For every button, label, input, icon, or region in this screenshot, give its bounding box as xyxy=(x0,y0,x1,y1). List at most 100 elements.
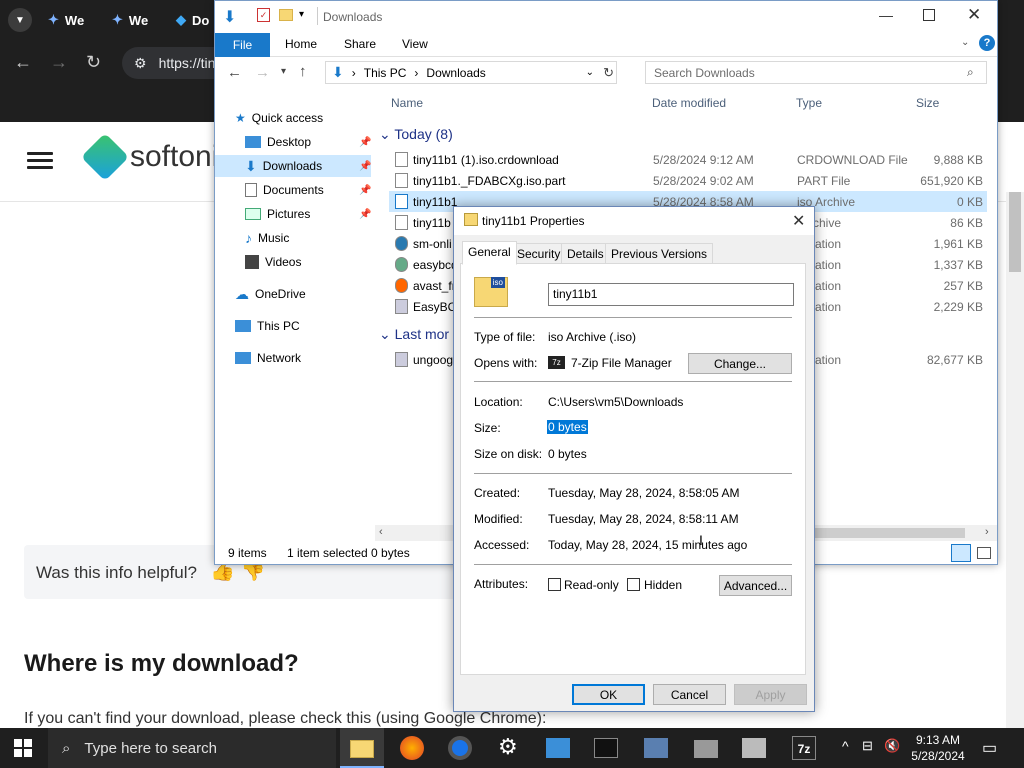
group-today[interactable]: ⌄ Today (8) xyxy=(379,126,453,143)
nav-this-pc[interactable]: This PC xyxy=(235,315,300,337)
properties-icon[interactable]: ✓ xyxy=(257,8,270,22)
tab-details[interactable]: Details xyxy=(561,243,610,264)
nav-music[interactable]: ♪ Music xyxy=(245,227,289,249)
chrome-icon[interactable] xyxy=(448,736,472,760)
browser-tab-3[interactable]: ◆ Do xyxy=(176,6,209,34)
firefox-icon[interactable] xyxy=(400,736,424,760)
chevron-up-icon[interactable]: ^ xyxy=(842,738,849,754)
tab-general[interactable]: General xyxy=(462,241,517,265)
page-scroll-thumb[interactable] xyxy=(1009,192,1021,272)
ribbon-expand-icon[interactable]: ⌄ xyxy=(961,37,969,48)
nav-quick-access[interactable]: ★ Quick access xyxy=(235,107,323,129)
minimize-icon[interactable]: — xyxy=(879,7,893,23)
iso-file-icon xyxy=(464,213,478,226)
nav-pictures[interactable]: Pictures xyxy=(245,203,310,225)
refresh-icon[interactable]: ↻ xyxy=(603,65,614,81)
nav-downloads[interactable]: ⬇ Downloads xyxy=(245,155,322,177)
ribbon-tab-file[interactable]: File xyxy=(215,33,270,57)
column-name[interactable]: Name xyxy=(391,96,423,110)
hidden-checkbox[interactable] xyxy=(627,578,640,591)
size-value-selected[interactable]: 0 bytes xyxy=(547,420,588,434)
7zip-taskbar-icon[interactable]: 7z xyxy=(792,736,816,760)
pin-icon[interactable]: 📌 xyxy=(359,209,371,220)
nav-documents[interactable]: Documents xyxy=(245,179,324,201)
column-date[interactable]: Date modified xyxy=(652,96,726,110)
pin-icon[interactable]: 📌 xyxy=(359,161,371,172)
address-dropdown-icon[interactable]: ⌄ xyxy=(586,67,594,78)
cancel-button[interactable]: Cancel xyxy=(653,684,726,705)
readonly-checkbox[interactable] xyxy=(548,578,561,591)
ribbon-tab-view[interactable]: View xyxy=(402,37,428,51)
terminal-icon[interactable] xyxy=(594,738,618,758)
ribbon-tab-share[interactable]: Share xyxy=(344,37,376,51)
taskbar-search[interactable]: ⌕ Type here to search xyxy=(48,728,336,768)
up-folder-icon[interactable]: ↑ xyxy=(299,63,307,80)
taskbar-clock[interactable]: 9:13 AM 5/28/2024 xyxy=(906,732,970,764)
tab-security[interactable]: Security xyxy=(511,243,567,264)
tab-search-icon[interactable]: ▼ xyxy=(8,8,32,32)
pin-icon[interactable]: 📌 xyxy=(359,185,371,196)
ribbon xyxy=(215,33,997,57)
file-name-input[interactable]: tiny11b1 xyxy=(548,283,794,306)
page-scrollbar[interactable] xyxy=(1006,192,1024,728)
qat-dropdown-icon[interactable]: ▾ xyxy=(299,9,304,20)
nav-back-icon[interactable]: ← xyxy=(227,64,242,81)
hidden-label[interactable]: Hidden xyxy=(644,578,682,592)
site-logo[interactable]: softoni xyxy=(80,132,218,182)
apply-button[interactable]: Apply xyxy=(734,684,807,705)
nav-videos[interactable]: Videos xyxy=(245,251,301,273)
where-text: If you can't find your download, please … xyxy=(24,710,547,727)
scroll-right-icon[interactable]: › xyxy=(985,526,989,538)
new-folder-icon[interactable] xyxy=(279,9,293,21)
windows-start-icon[interactable] xyxy=(14,739,32,757)
details-view-icon[interactable] xyxy=(951,544,971,562)
maximize-icon[interactable] xyxy=(923,9,935,21)
column-size[interactable]: Size xyxy=(916,96,939,110)
advanced-button[interactable]: Advanced... xyxy=(719,575,792,596)
group-last-month[interactable]: ⌄ Last mor xyxy=(379,326,449,343)
network-tray-icon[interactable]: ⊟ xyxy=(862,738,873,754)
address-bar[interactable]: ⬇ › This PC › Downloads ⌄ ↻ xyxy=(325,61,617,84)
app-icon xyxy=(395,299,408,314)
type-value: iso Archive (.iso) xyxy=(548,330,637,344)
site-info-icon[interactable]: ⚙ xyxy=(134,55,147,72)
nav-forward-icon[interactable]: → xyxy=(255,64,270,81)
search-input[interactable]: Search Downloads xyxy=(645,61,987,84)
horizontal-scroll-thumb[interactable] xyxy=(815,528,965,538)
recent-locations-icon[interactable]: ▾ xyxy=(281,66,286,77)
close-icon[interactable]: ✕ xyxy=(967,5,981,25)
browser-tab-1[interactable]: ✦ We xyxy=(48,6,84,34)
column-type[interactable]: Type xyxy=(796,96,822,110)
notifications-icon[interactable]: ▭ xyxy=(982,738,997,758)
help-icon[interactable]: ? xyxy=(979,35,995,51)
breadcrumb-this-pc[interactable]: This PC xyxy=(364,66,407,80)
pin-icon[interactable]: 📌 xyxy=(359,137,371,148)
ok-button[interactable]: OK xyxy=(572,684,645,705)
app-icon[interactable] xyxy=(742,738,766,758)
nav-onedrive[interactable]: ☁ OneDrive xyxy=(235,283,306,305)
location-value[interactable]: C:\Users\vm5\Downloads xyxy=(548,395,683,409)
site-favicon-icon: ✦ xyxy=(48,12,59,27)
forward-icon[interactable]: → xyxy=(50,52,68,73)
browser-tab-2[interactable]: ✦ We xyxy=(112,6,148,34)
dialog-close-icon[interactable]: ✕ xyxy=(792,211,805,231)
readonly-label[interactable]: Read-only xyxy=(564,578,619,592)
network-app-icon[interactable] xyxy=(644,738,668,758)
ribbon-tab-home[interactable]: Home xyxy=(285,37,317,51)
nav-network[interactable]: Network xyxy=(235,347,301,369)
back-icon[interactable]: ← xyxy=(14,52,32,73)
tab-previous-versions[interactable]: Previous Versions xyxy=(605,243,714,264)
change-button[interactable]: Change... xyxy=(688,353,792,374)
nav-desktop[interactable]: Desktop xyxy=(245,131,311,153)
app-window-icon[interactable] xyxy=(546,738,570,758)
breadcrumb-downloads[interactable]: Downloads xyxy=(426,66,485,80)
menu-icon[interactable] xyxy=(27,152,53,170)
large-icons-view-icon[interactable] xyxy=(977,547,991,559)
reload-icon[interactable]: ↻ xyxy=(86,52,101,73)
settings-gear-icon[interactable]: ⚙ xyxy=(498,734,522,759)
scroll-left-icon[interactable]: ‹ xyxy=(379,526,383,538)
file-row[interactable]: tiny11b1._FDABCXg.iso.part 5/28/2024 9:02… xyxy=(389,170,987,191)
drive-icon[interactable] xyxy=(694,740,718,758)
file-row[interactable]: tiny11b1 (1).iso.crdownload 5/28/2024 9:1… xyxy=(389,149,987,170)
volume-muted-icon[interactable]: 🔇 xyxy=(884,738,900,754)
